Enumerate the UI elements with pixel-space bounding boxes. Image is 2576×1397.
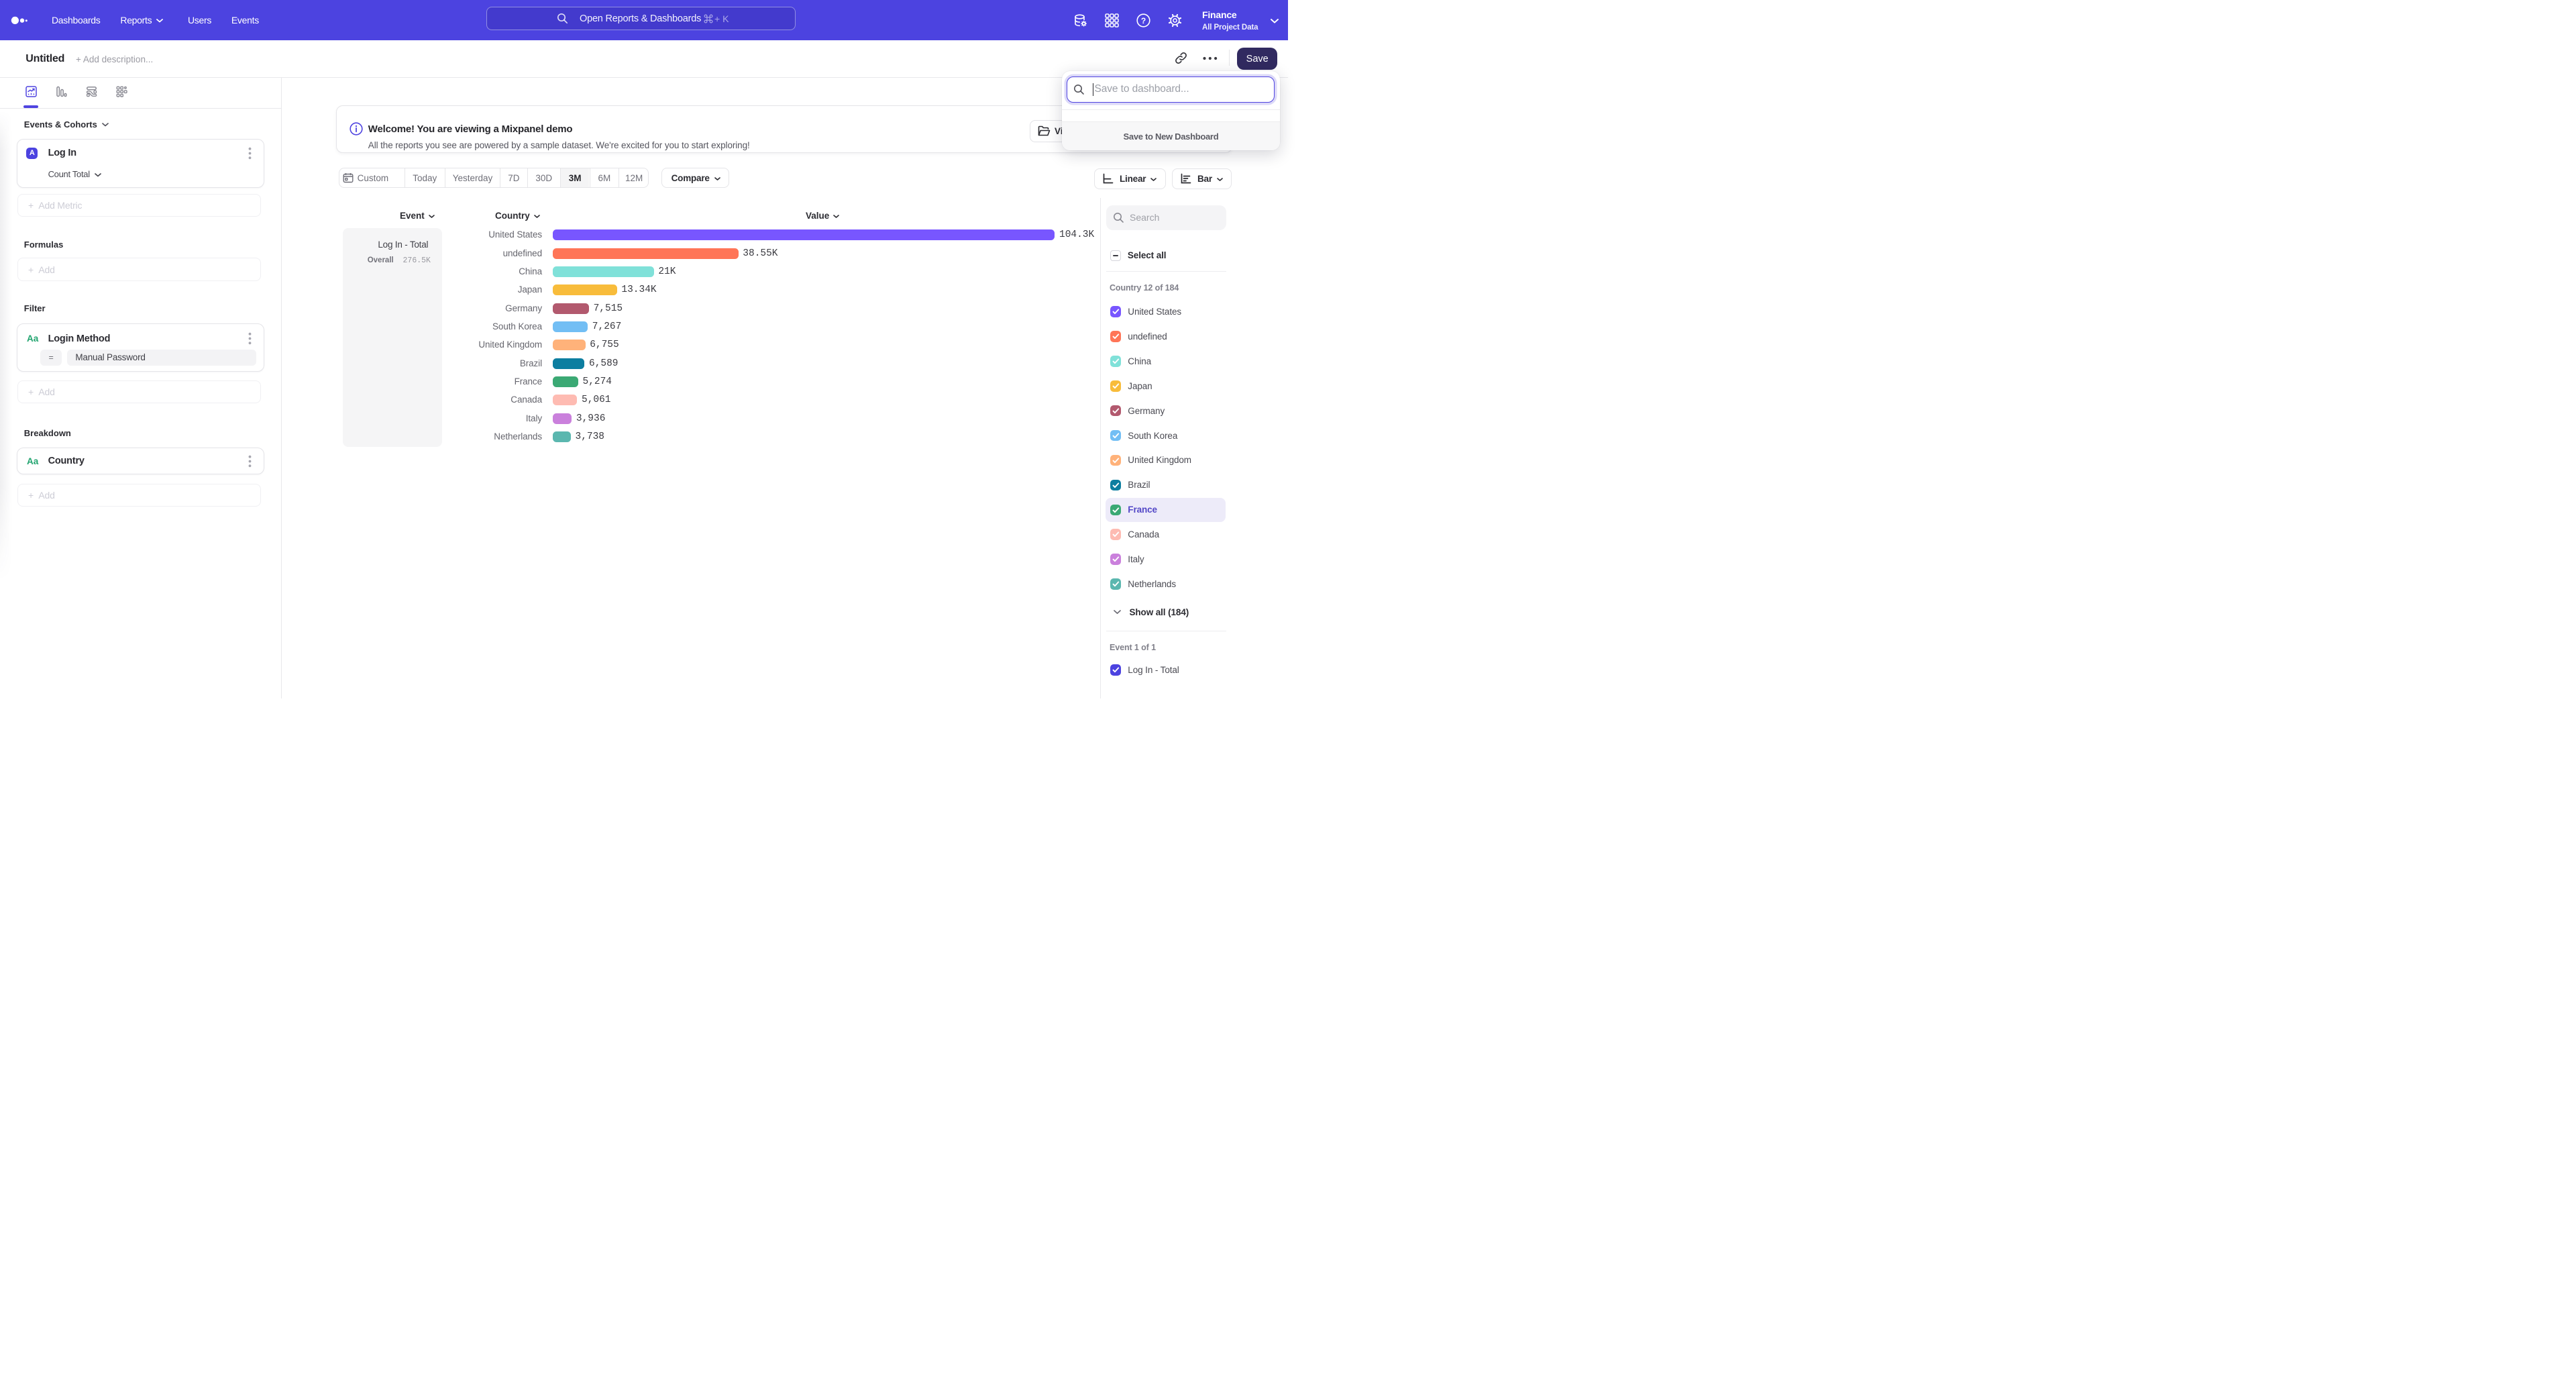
svg-text:?: ?	[1140, 16, 1145, 25]
